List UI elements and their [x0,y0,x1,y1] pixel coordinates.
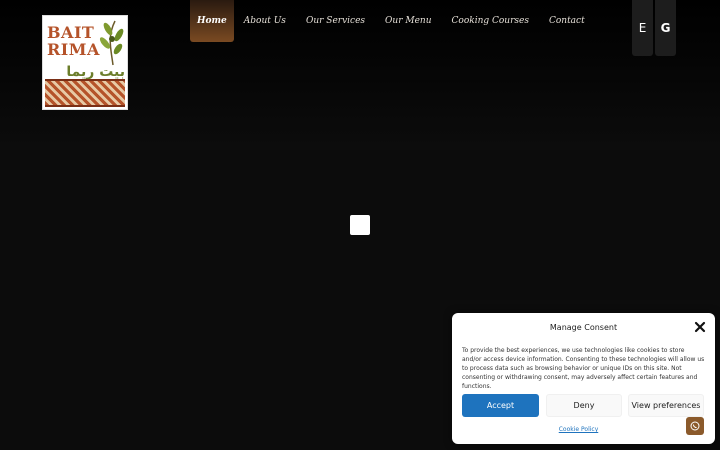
consent-title: Manage Consent [549,323,618,332]
nav-item-our-menu[interactable]: Our Menu [375,0,441,42]
consent-text: To provide the best experiences, we use … [462,347,705,390]
nav-item-about-us[interactable]: About Us [234,0,296,42]
loading-spinner [350,215,370,235]
view-preferences-button[interactable]: View preferences [628,394,704,417]
site-logo[interactable]: BAIT RIMA بيت ريما [42,15,128,110]
nav-item-home[interactable]: Home [190,0,234,42]
whatsapp-icon [690,421,700,431]
language-button-e[interactable]: E [632,0,653,56]
nav-item-cooking-courses[interactable]: Cooking Courses [442,0,539,42]
deny-button[interactable]: Deny [546,394,622,417]
nav-item-contact[interactable]: Contact [539,0,595,42]
language-button-g[interactable]: G [655,0,676,56]
consent-dialog: Manage Consent To provide the best exper… [452,313,715,444]
whatsapp-button[interactable] [686,417,704,435]
accept-button[interactable]: Accept [462,394,539,417]
cookie-policy-link[interactable]: Cookie Policy [452,426,705,433]
olive-branch-icon [99,20,124,66]
main-nav: Home About Us Our Services Our Menu Cook… [190,0,595,42]
close-icon[interactable] [694,321,706,333]
nav-item-our-services[interactable]: Our Services [296,0,375,42]
logo-text-ar: بيت ريما [66,64,125,80]
logo-embroidery-pattern [45,79,125,107]
